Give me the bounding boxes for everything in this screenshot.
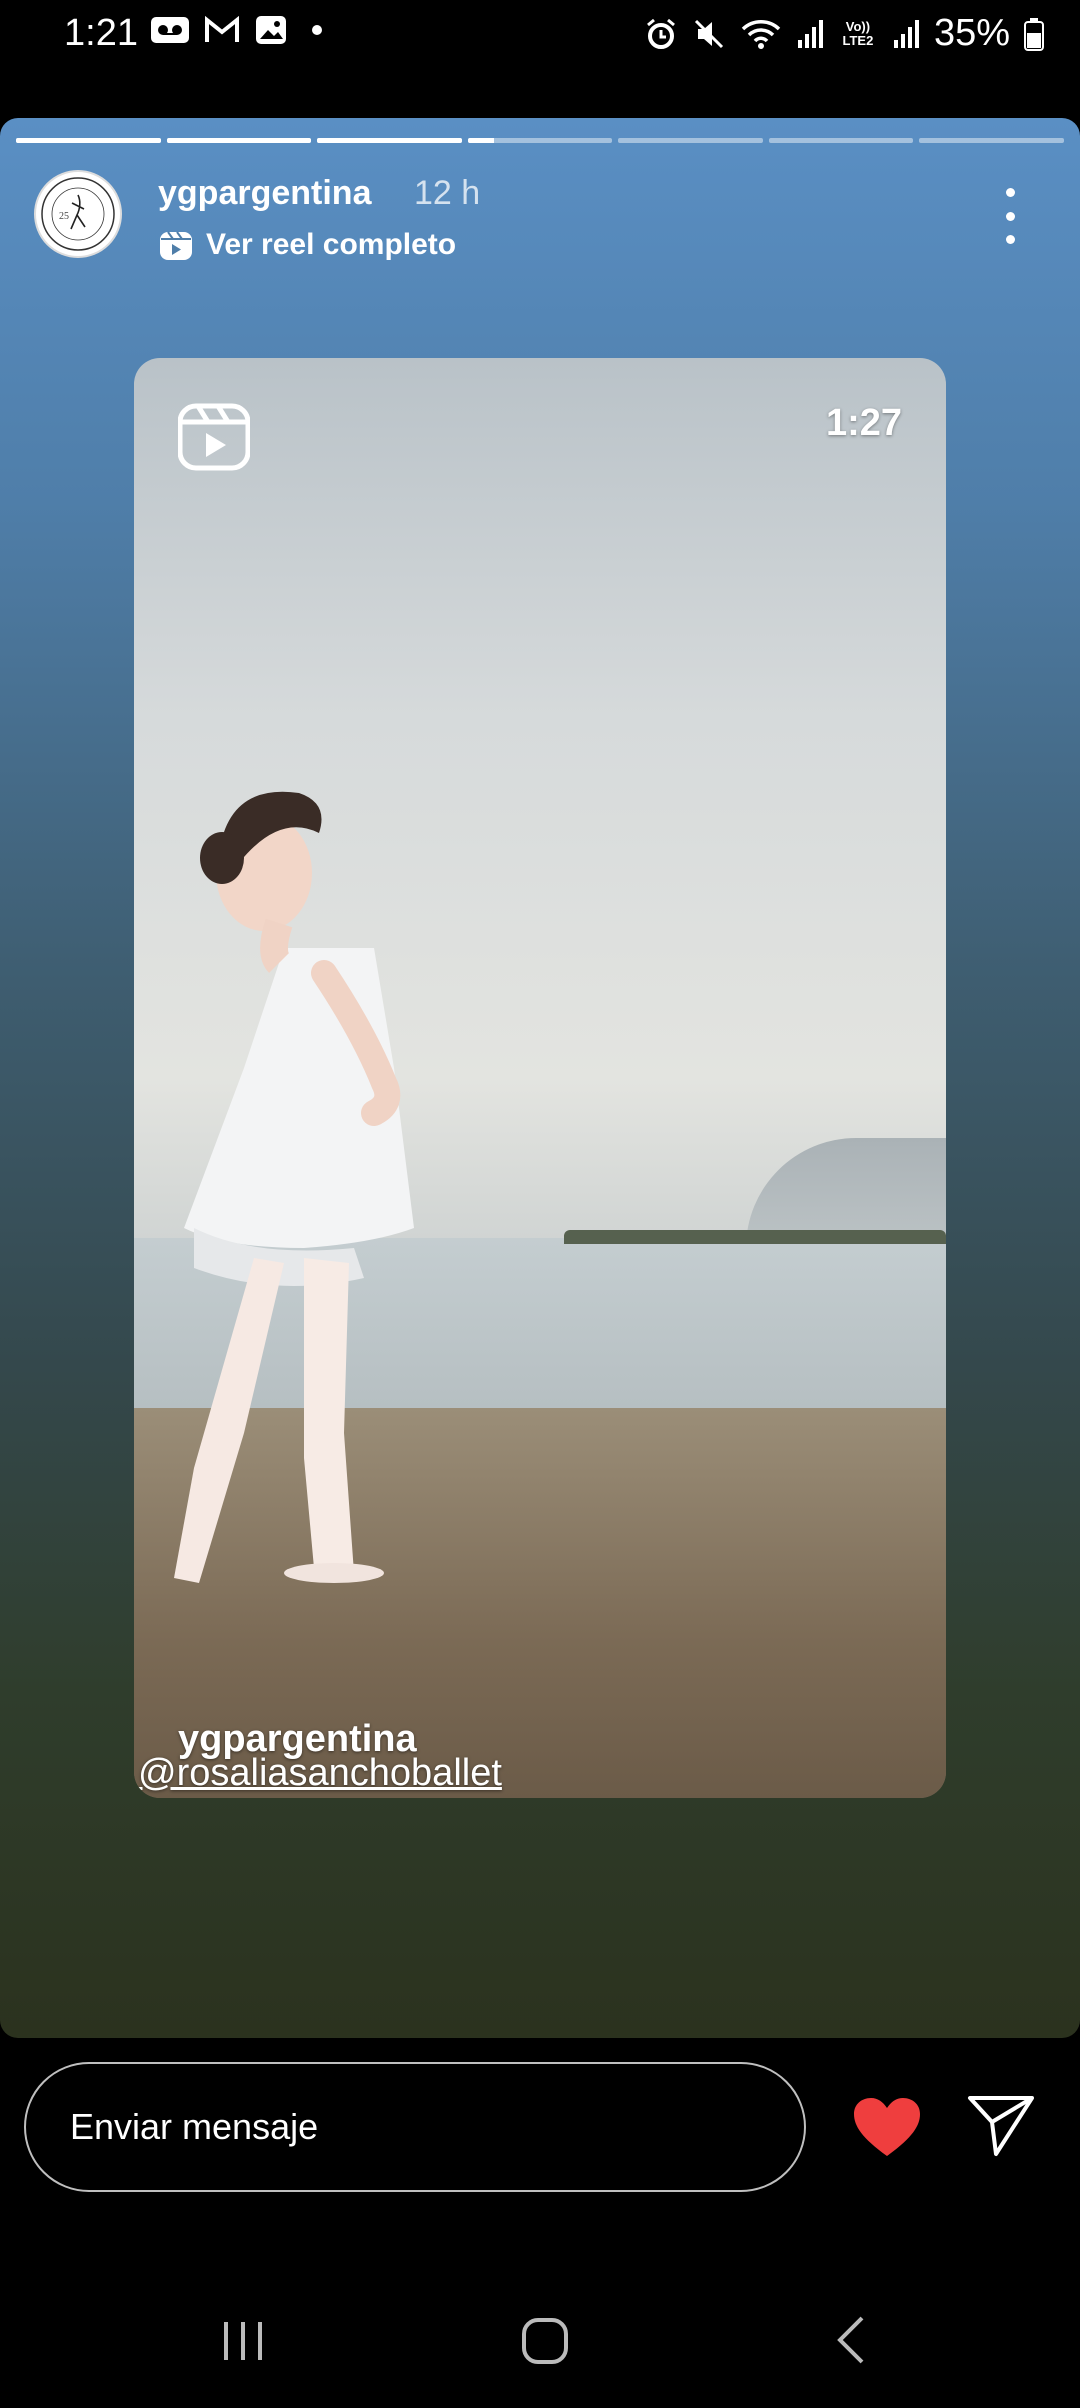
progress-segment	[919, 138, 1065, 143]
progress-segment	[317, 138, 462, 143]
more-notifications-dot	[312, 25, 322, 35]
more-options-button[interactable]	[1000, 188, 1020, 244]
dancer-figure	[174, 791, 414, 1583]
gmail-icon	[205, 16, 239, 42]
svg-text:25: 25	[59, 211, 69, 222]
status-bar: 1:21 Vo)) LTE2 35%	[0, 0, 1080, 118]
view-full-reel-label: Ver reel completo	[206, 228, 457, 261]
system-icons: Vo)) LTE2 35%	[644, 12, 1044, 55]
home-icon[interactable]	[520, 2316, 570, 2366]
story-header: 25 ygpargentina 12 h Ver reel completo	[34, 170, 1050, 280]
progress-segment	[618, 138, 763, 143]
reel-caption-mention[interactable]: @rosaliasanchoballet	[138, 1752, 502, 1795]
reels-icon	[160, 231, 192, 260]
story-username[interactable]: ygpargentina	[158, 174, 371, 213]
progress-segment	[166, 138, 312, 143]
signal-icon-1	[797, 19, 823, 48]
recent-apps-icon[interactable]	[218, 2318, 268, 2364]
reel-duration: 1:27	[825, 402, 902, 444]
battery-icon	[1024, 17, 1044, 51]
wifi-icon	[741, 19, 781, 49]
voicemail-icon	[151, 17, 189, 43]
progress-segment-current	[467, 138, 613, 143]
story-time: 12 h	[414, 174, 481, 212]
reel-preview[interactable]: 1:27 ygpargentina @rosaliasanchoballet	[134, 358, 946, 1798]
back-icon[interactable]	[832, 2314, 868, 2366]
reels-badge-icon	[178, 403, 250, 471]
progress-segment	[16, 138, 161, 143]
gallery-icon	[256, 16, 286, 44]
message-input[interactable]: Enviar mensaje	[24, 2062, 806, 2192]
more-dot-icon	[1005, 188, 1015, 197]
mute-icon	[694, 19, 723, 48]
more-dot-icon	[1005, 235, 1015, 244]
send-icon[interactable]	[966, 2092, 1036, 2158]
progress-segment	[768, 138, 914, 143]
message-placeholder: Enviar mensaje	[70, 2106, 319, 2147]
status-time: 1:21	[64, 12, 138, 54]
view-full-reel-link[interactable]: Ver reel completo	[158, 228, 456, 262]
more-dot-icon	[1005, 211, 1015, 221]
like-heart-icon[interactable]	[852, 2096, 922, 2158]
system-navigation-bar	[0, 2260, 1080, 2408]
grand-prix-logo-icon: 25	[41, 177, 115, 251]
battery-percent: 35%	[933, 12, 1010, 54]
avatar[interactable]: 25	[34, 170, 122, 258]
story-progress-bar	[16, 138, 1065, 143]
island-shape	[564, 1230, 946, 1244]
alarm-icon	[646, 18, 675, 49]
signal-icon-2	[893, 19, 919, 48]
story-viewer[interactable]: 25 ygpargentina 12 h Ver reel completo 1…	[0, 118, 1080, 2038]
notification-icons	[150, 14, 322, 46]
network-label: Vo)) LTE2	[842, 18, 874, 48]
